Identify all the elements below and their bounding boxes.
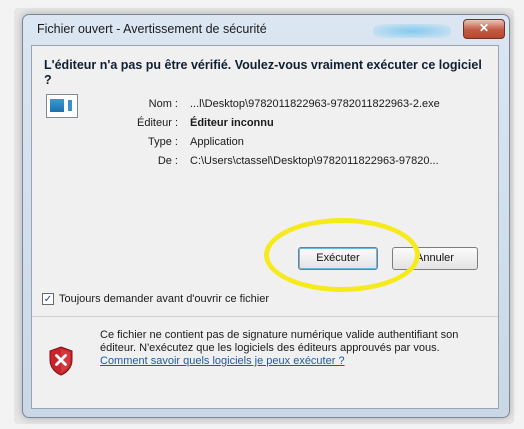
detail-label: Éditeur : <box>137 117 178 129</box>
warning-message: Ce fichier ne contient pas de signature … <box>100 329 485 368</box>
title-bar-glow <box>373 24 451 38</box>
shield-error-icon <box>49 346 73 376</box>
help-link[interactable]: Comment savoir quels logiciels je peux e… <box>100 355 345 367</box>
dialog-headline: L'éditeur n'a pas pu être vérifié. Voule… <box>44 58 482 87</box>
detail-value-type: Application <box>190 136 244 148</box>
detail-value-from: C:\Users\ctassel\Desktop\9782011822963-9… <box>190 155 439 167</box>
close-icon: ✕ <box>478 21 490 35</box>
detail-value-publisher: Éditeur inconnu <box>190 117 274 129</box>
title-bar[interactable]: Fichier ouvert - Avertissement de sécuri… <box>23 15 509 45</box>
detail-label: Type : <box>148 136 178 148</box>
file-icon <box>46 94 78 118</box>
detail-value-name: ...l\Desktop\9782011822963-9782011822963… <box>190 98 440 110</box>
divider <box>32 316 498 317</box>
cancel-button[interactable]: Annuler <box>392 247 478 270</box>
dialog-body: L'éditeur n'a pas pu être vérifié. Voule… <box>31 45 499 409</box>
window-title: Fichier ouvert - Avertissement de sécuri… <box>37 22 267 36</box>
detail-label: De : <box>157 155 178 167</box>
always-ask-checkbox[interactable]: ✓ <box>42 293 54 305</box>
security-warning-dialog: Fichier ouvert - Avertissement de sécuri… <box>22 14 510 418</box>
close-button[interactable]: ✕ <box>463 19 505 39</box>
checkmark-icon: ✓ <box>43 294 53 305</box>
run-button[interactable]: Exécuter <box>298 247 378 270</box>
detail-label: Nom : <box>148 98 178 110</box>
always-ask-label[interactable]: Toujours demander avant d'ouvrir ce fich… <box>59 293 269 305</box>
warning-text: Ce fichier ne contient pas de signature … <box>100 329 459 354</box>
